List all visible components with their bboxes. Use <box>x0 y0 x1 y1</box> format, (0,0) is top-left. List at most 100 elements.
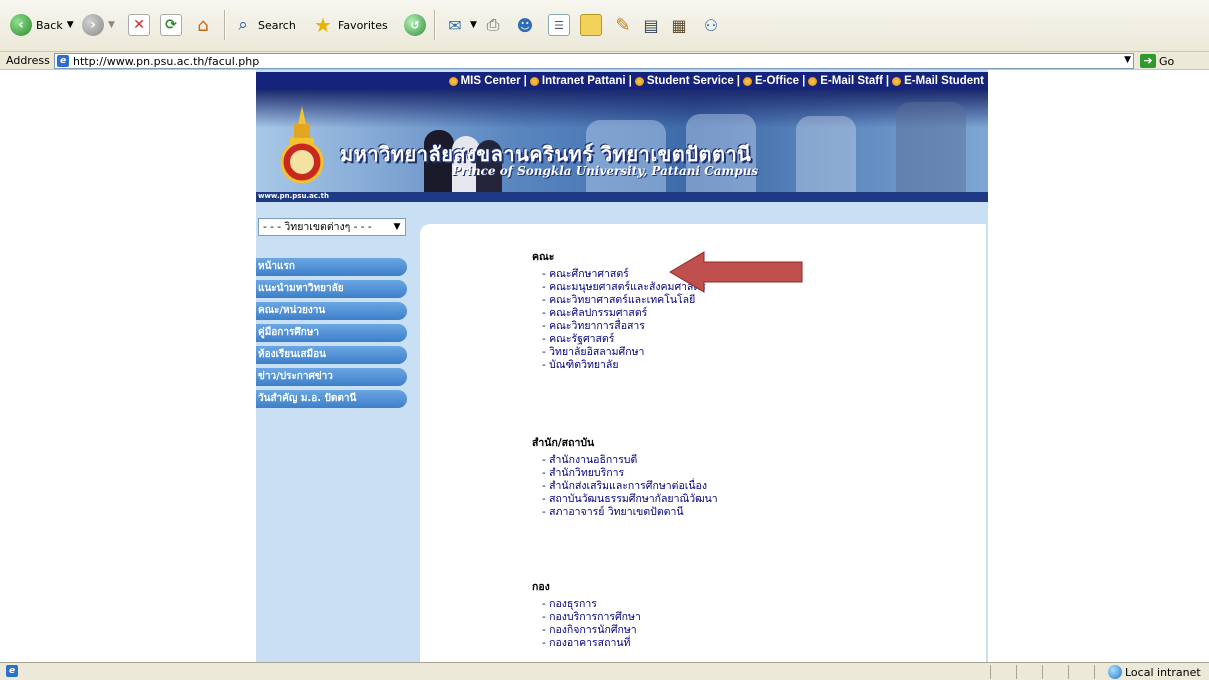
link-office-president[interactable]: - สำนักงานอธิการบดี <box>542 454 832 467</box>
refresh-icon: ⟳ <box>160 14 182 36</box>
messenger-icon: ☻ <box>516 15 534 35</box>
back-button[interactable]: ‹ Back ▼ <box>10 8 74 42</box>
section-offices: สำนัก/สถาบัน - สำนักงานอธิการบดี - สำนัก… <box>532 434 832 519</box>
address-label: Address <box>6 54 50 67</box>
intranet-globe-icon <box>1108 665 1122 679</box>
go-label: Go <box>1159 54 1175 68</box>
chevron-down-icon[interactable]: ▼ <box>389 219 405 235</box>
link-office-academic-resources[interactable]: - สำนักวิทยบริการ <box>542 467 832 480</box>
nav-link-intranet-pattani[interactable]: Intranet Pattani <box>529 75 626 87</box>
link-division-educational-services[interactable]: - กองบริการการศึกษา <box>542 611 832 624</box>
link-faculty-political-science[interactable]: - คณะรัฐศาสตร์ <box>542 333 832 346</box>
back-dropdown-icon[interactable]: ▼ <box>67 20 74 30</box>
link-division-student-affairs[interactable]: - กองกิจการนักศึกษา <box>542 624 832 637</box>
link-faculty-science[interactable]: - คณะวิทยาศาสตร์และเทคโนโลยี <box>542 294 832 307</box>
favorites-button[interactable]: ★ Favorites <box>312 8 388 42</box>
status-bar: e Local intranet <box>0 662 1209 680</box>
link-division-general-affairs[interactable]: - กองธุรการ <box>542 598 832 611</box>
refresh-button[interactable]: ⟳ <box>160 8 182 42</box>
link-faculty-fine-arts[interactable]: - คณะศิลปกรรมศาสตร์ <box>542 307 832 320</box>
menu-item-news[interactable]: ข่าว/ประกาศข่าว <box>256 368 407 386</box>
nav-link-student-service[interactable]: Student Service <box>634 75 734 87</box>
page-status-icon: e <box>6 665 18 677</box>
contacts-button[interactable]: ⚇ <box>700 8 722 42</box>
messenger-button[interactable]: ☻ <box>514 8 536 42</box>
top-navigation: MIS Center | Intranet Pattani | Student … <box>256 72 988 90</box>
discuss-button[interactable]: ☰ <box>548 8 570 42</box>
print-button[interactable]: ⎙ <box>482 8 504 42</box>
banner-statue-photo <box>896 102 966 196</box>
menu-item-important-days[interactable]: วันสำคัญ ม.อ. ปัตตานี <box>256 390 407 408</box>
print-icon: ⎙ <box>486 15 500 34</box>
home-button[interactable]: ⌂ <box>192 8 214 42</box>
campus-select[interactable]: - - - วิทยาเขตต่างๆ - - - ▼ <box>258 218 406 236</box>
back-label: Back <box>36 18 63 32</box>
menu-item-about[interactable]: แนะนำมหาวิทยาลัย <box>256 280 407 298</box>
address-bar: Address e http://www.pn.psu.ac.th/facul.… <box>0 52 1209 70</box>
forward-button[interactable]: › ▼ <box>82 8 115 42</box>
nav-link-label: Intranet Pattani <box>541 75 626 87</box>
link-division-buildings[interactable]: - กองอาคารสถานที่ <box>542 637 832 650</box>
menu-item-faculties[interactable]: คณะ/หน่วยงาน <box>256 302 407 320</box>
address-dropdown-icon[interactable]: ▼ <box>1124 55 1131 65</box>
forward-dropdown-icon[interactable]: ▼ <box>108 20 115 30</box>
page-viewport: MIS Center | Intranet Pattani | Student … <box>0 70 1209 662</box>
university-english-title: Prince of Songkla University, Pattani Ca… <box>452 164 759 178</box>
media-button[interactable]: ▦ <box>668 8 690 42</box>
status-cell <box>990 665 1016 679</box>
link-faculty-communication[interactable]: - คณะวิทยาการสื่อสาร <box>542 320 832 333</box>
link-faculty-senate[interactable]: - สภาอาจารย์ วิทยาเขตปัตตานี <box>542 506 832 519</box>
menu-item-home[interactable]: หน้าแรก <box>256 258 407 276</box>
status-cell <box>1016 665 1042 679</box>
toolbar-separator <box>224 10 225 40</box>
mail-dropdown-icon[interactable]: ▼ <box>470 20 477 30</box>
banner-footer-strip <box>256 192 988 202</box>
nav-link-label: E-Office <box>754 75 800 87</box>
home-icon: ⌂ <box>197 14 209 36</box>
nav-bullet-icon <box>742 76 752 86</box>
site-container: MIS Center | Intranet Pattani | Student … <box>256 70 988 662</box>
nav-link-mis-center[interactable]: MIS Center <box>448 75 521 87</box>
edit-button[interactable]: ✎ <box>612 8 634 42</box>
menu-item-virtual-classroom[interactable]: ห้องเรียนเสมือน <box>256 346 407 364</box>
folder-icon <box>580 14 602 36</box>
nav-separator: | <box>628 75 632 87</box>
nav-link-email-staff[interactable]: E-Mail Staff <box>808 75 883 87</box>
go-button[interactable]: ➔ Go <box>1140 53 1174 69</box>
address-url[interactable]: http://www.pn.psu.ac.th/facul.php <box>73 55 259 68</box>
university-banner: มหาวิทยาลัยสงขลานครินทร์ วิทยาเขตปัตตานี… <box>256 90 988 202</box>
nav-bullet-icon <box>529 76 539 86</box>
nav-separator: | <box>885 75 890 87</box>
nav-link-e-office[interactable]: E-Office <box>742 75 800 87</box>
favorites-star-icon: ★ <box>314 13 332 37</box>
search-label: Search <box>258 18 296 32</box>
mail-button[interactable]: ✉ ▼ <box>444 8 477 42</box>
nav-separator: | <box>523 75 527 87</box>
link-graduate-school[interactable]: - บัณฑิตวิทยาลัย <box>542 359 832 372</box>
research-button[interactable]: ▤ <box>640 8 662 42</box>
ie-page-icon: e <box>57 55 69 67</box>
history-button[interactable]: ↺ <box>404 8 426 42</box>
folder-button[interactable] <box>580 8 602 42</box>
history-icon: ↺ <box>404 14 426 36</box>
nav-bullet-icon <box>892 76 902 86</box>
address-input[interactable]: e http://www.pn.psu.ac.th/facul.php ▼ <box>54 53 1134 69</box>
link-office-continuing-education[interactable]: - สำนักส่งเสริมและการศึกษาต่อเนื่อง <box>542 480 832 493</box>
nav-link-label: E-Mail Staff <box>820 75 883 87</box>
link-college-islamic-studies[interactable]: - วิทยาลัยอิสลามศึกษา <box>542 346 832 359</box>
pen-icon: ✎ <box>615 14 631 36</box>
stop-button[interactable]: ✕ <box>128 8 150 42</box>
link-institute-culture[interactable]: - สถาบันวัฒนธรรมศึกษากัลยาณิวัฒนา <box>542 493 832 506</box>
menu-item-study-guide[interactable]: คู่มือการศึกษา <box>256 324 407 342</box>
university-crest-logo <box>280 106 324 184</box>
section-divisions: กอง - กองธุรการ - กองบริการการศึกษา - กอ… <box>532 578 832 650</box>
mail-icon: ✉ <box>448 15 462 35</box>
media-icon: ▦ <box>671 15 687 35</box>
forward-arrow-icon: › <box>82 14 104 36</box>
nav-link-email-student[interactable]: E-Mail Student <box>892 75 984 87</box>
annotation-arrow-icon <box>669 251 803 293</box>
toolbar-separator <box>434 10 435 40</box>
search-button[interactable]: ⌕ Search <box>232 8 296 42</box>
campus-select-value: - - - วิทยาเขตต่างๆ - - - <box>263 221 372 233</box>
section-links: - สำนักงานอธิการบดี - สำนักวิทยบริการ - … <box>532 454 832 519</box>
